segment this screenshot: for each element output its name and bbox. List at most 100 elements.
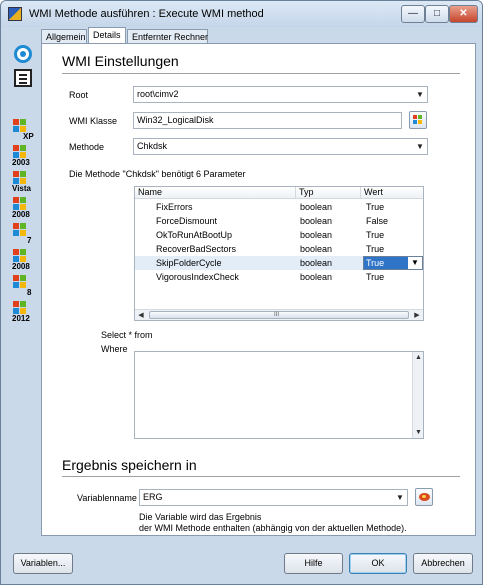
variable-combobox[interactable]: ERG ▼: [139, 489, 408, 506]
where-label: Where: [101, 344, 128, 354]
table-row[interactable]: FixErrors boolean True: [135, 200, 423, 214]
param-value-combobox[interactable]: True ▼: [363, 256, 423, 270]
grip-icon: III: [274, 312, 280, 318]
variable-picker-button[interactable]: [415, 488, 433, 506]
scroll-down-icon[interactable]: ▼: [413, 427, 424, 438]
param-name: OkToRunAtBootUp: [156, 230, 233, 240]
os-item-vista[interactable]: Vista: [10, 171, 44, 195]
os-item-2008r2[interactable]: 2008: [10, 249, 44, 273]
cancel-button[interactable]: Abbrechen: [413, 553, 473, 574]
method-combobox[interactable]: Chkdsk ▼: [133, 138, 428, 155]
tab-details[interactable]: Details: [88, 27, 126, 44]
os-item-2012[interactable]: 2012: [10, 301, 44, 325]
os-item-xp[interactable]: XP: [10, 119, 44, 143]
windows-flag-icon: [13, 275, 27, 289]
scroll-right-icon[interactable]: ▶: [411, 310, 423, 320]
chevron-down-icon[interactable]: ▼: [393, 490, 407, 505]
wmi-settings-title: WMI Einstellungen: [62, 53, 179, 69]
param-name: SkipFolderCycle: [156, 258, 222, 268]
where-textarea[interactable]: ▲ ▼: [134, 351, 424, 439]
section-divider: [62, 73, 460, 74]
table-row[interactable]: VigorousIndexCheck boolean True: [135, 270, 423, 284]
wmi-class-field[interactable]: Win32_LogicalDisk: [133, 112, 402, 129]
param-type: boolean: [300, 258, 333, 268]
param-name: VigorousIndexCheck: [156, 272, 239, 282]
root-combobox[interactable]: root\cimv2 ▼: [133, 86, 428, 103]
windows-grid-icon: [413, 115, 423, 125]
variables-button[interactable]: Variablen...: [13, 553, 73, 574]
os-item-2003[interactable]: 2003: [10, 145, 44, 169]
column-header[interactable]: Name: [135, 187, 296, 199]
details-panel: WMI Einstellungen Root root\cimv2 ▼ WMI …: [41, 43, 476, 536]
chevron-down-icon[interactable]: ▼: [408, 257, 422, 269]
chevron-down-icon[interactable]: ▼: [413, 139, 427, 154]
class-label: WMI Klasse: [69, 116, 118, 126]
os-item-7[interactable]: 7: [10, 223, 44, 247]
dialog-window: WMI Methode ausführen : Execute WMI meth…: [0, 0, 483, 585]
result-section-title: Ergebnis speichern in: [62, 457, 197, 473]
windows-flag-icon: [13, 249, 27, 263]
param-type: boolean: [300, 272, 333, 282]
horizontal-scrollbar[interactable]: ◀ III ▶: [135, 309, 423, 320]
os-label: 2003: [12, 158, 30, 167]
class-browser-button[interactable]: [409, 111, 427, 129]
param-value[interactable]: True: [366, 200, 384, 214]
variable-label: Variablenname: [77, 493, 137, 503]
table-row[interactable]: OkToRunAtBootUp boolean True: [135, 228, 423, 242]
footer-bar: Variablen... Hilfe OK Abbrechen: [1, 541, 482, 584]
title-bar[interactable]: WMI Methode ausführen : Execute WMI meth…: [1, 1, 482, 27]
list-icon[interactable]: [14, 69, 32, 87]
table-row-selected[interactable]: SkipFolderCycle boolean True ▼: [135, 256, 423, 270]
column-header[interactable]: Wert: [361, 187, 423, 199]
windows-flag-icon: [13, 119, 27, 133]
windows-flag-icon: [13, 145, 27, 159]
window-title: WMI Methode ausführen : Execute WMI meth…: [29, 8, 264, 20]
os-label: 8: [27, 288, 32, 297]
close-button[interactable]: ✕: [449, 5, 478, 23]
param-name: RecoverBadSectors: [156, 244, 237, 254]
scroll-thumb[interactable]: III: [149, 311, 409, 319]
os-item-2008[interactable]: 2008: [10, 197, 44, 221]
help-button[interactable]: Hilfe: [284, 553, 343, 574]
param-value[interactable]: False: [366, 214, 388, 228]
sidebar: XP 2003 Vista 2008 7 2008 8 2012: [9, 43, 37, 523]
os-label: 2008: [12, 210, 30, 219]
chevron-down-icon[interactable]: ▼: [413, 87, 427, 102]
param-value[interactable]: True: [366, 242, 384, 256]
vertical-scrollbar[interactable]: ▲ ▼: [412, 352, 423, 438]
os-label: 7: [27, 236, 32, 245]
note-line-2: der WMI Methode enthalten (abhängig von …: [139, 523, 407, 533]
param-type: boolean: [300, 216, 333, 226]
windows-flag-icon: [13, 223, 27, 237]
param-value[interactable]: True: [366, 270, 384, 284]
maximize-button[interactable]: □: [425, 5, 449, 23]
tab-allgemein[interactable]: Allgemein: [41, 29, 87, 44]
param-type: boolean: [300, 230, 333, 240]
section-divider: [62, 476, 460, 477]
tab-entfernter-rechner[interactable]: Entfernter Rechner: [127, 29, 208, 44]
table-row[interactable]: ForceDismount boolean False: [135, 214, 423, 228]
scroll-up-icon[interactable]: ▲: [413, 352, 424, 363]
column-header[interactable]: Typ: [296, 187, 361, 199]
windows-flag-icon: [13, 301, 27, 315]
table-row[interactable]: RecoverBadSectors boolean True: [135, 242, 423, 256]
params-info: Die Methode "Chkdsk" benötigt 6 Paramete…: [69, 169, 246, 179]
method-value: Chkdsk: [137, 141, 168, 151]
minimize-button[interactable]: —: [401, 5, 425, 23]
ok-button[interactable]: OK: [349, 553, 407, 574]
os-label: Vista: [12, 184, 31, 193]
os-item-8[interactable]: 8: [10, 275, 44, 299]
root-value: root\cimv2: [137, 89, 179, 99]
variable-value: ERG: [143, 492, 163, 502]
variable-icon: [419, 493, 430, 501]
root-label: Root: [69, 90, 89, 100]
os-label: XP: [23, 132, 34, 141]
param-value[interactable]: True: [366, 228, 384, 242]
param-type: boolean: [300, 244, 333, 254]
windows-flag-icon: [13, 197, 27, 211]
note-line-1: Die Variable wird das Ergebnis: [139, 512, 262, 522]
param-value: True: [364, 257, 408, 269]
circle-icon[interactable]: [14, 45, 32, 63]
windows-flag-icon: [13, 171, 27, 185]
scroll-left-icon[interactable]: ◀: [135, 310, 147, 320]
